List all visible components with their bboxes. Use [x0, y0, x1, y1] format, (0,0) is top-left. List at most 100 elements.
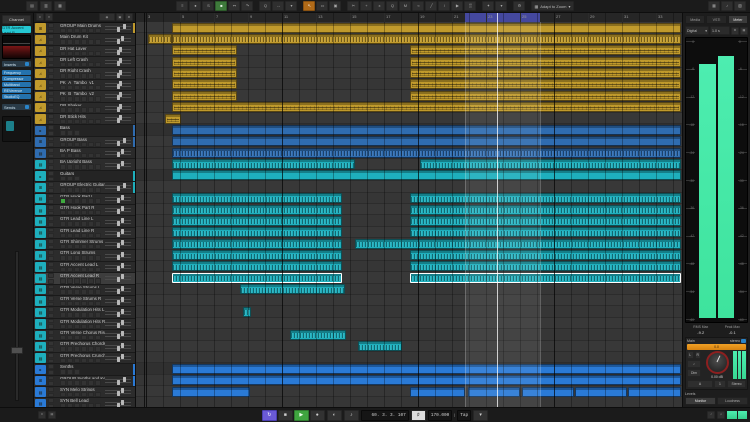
- arrangement-area[interactable]: 3579111315171921232527293133: [136, 13, 682, 407]
- track-type-icon[interactable]: ▤: [35, 308, 46, 317]
- track-toggle-button[interactable]: [74, 164, 80, 170]
- track-volume-control[interactable]: [105, 216, 133, 226]
- track-toggle-button[interactable]: [81, 73, 87, 79]
- monitor-button[interactable]: [48, 290, 54, 295]
- mix-format-label[interactable]: Stereo: [727, 380, 746, 388]
- track-toggle-button[interactable]: [60, 130, 66, 136]
- midi-activity-icon[interactable]: ♫: [717, 411, 725, 419]
- monitor-button[interactable]: [48, 359, 54, 364]
- track-toggle-button[interactable]: [81, 358, 87, 364]
- track-toggle-button[interactable]: [67, 187, 73, 193]
- track-type-icon[interactable]: ▤: [35, 399, 46, 407]
- record-enable-button[interactable]: [48, 216, 54, 221]
- control-room-level-knob[interactable]: [706, 351, 729, 374]
- meter-mode-combo[interactable]: Digital ▾: [685, 26, 709, 35]
- pan-handle[interactable]: [117, 334, 120, 339]
- track-toggle-button[interactable]: [60, 221, 66, 227]
- inspector-track-name[interactable]: GTR Accent Lead R: [2, 26, 31, 33]
- track-toggle-button[interactable]: [60, 369, 66, 375]
- arrange-lane[interactable]: [136, 33, 682, 44]
- track-row[interactable]: ▤BA P Bass: [34, 148, 135, 159]
- control-room-header[interactable]: Main stereo: [687, 339, 746, 343]
- track-toggle-button[interactable]: [81, 85, 87, 91]
- pan-handle[interactable]: [117, 209, 120, 214]
- record-enable-button[interactable]: [48, 250, 54, 255]
- right-zone-tab[interactable]: Meter: [728, 15, 748, 24]
- pan-handle[interactable]: [117, 84, 120, 89]
- monitor-button[interactable]: [48, 199, 54, 204]
- quantize-preset-combo[interactable]: ▦Adapt to Zoom▾: [531, 1, 573, 11]
- track-type-icon[interactable]: ⊞: [35, 23, 46, 32]
- track-toggle-button[interactable]: [81, 62, 87, 68]
- arrange-clip[interactable]: [420, 159, 681, 169]
- track-volume-control[interactable]: [105, 91, 133, 101]
- auto-scroll-icon[interactable]: ↦: [228, 1, 240, 11]
- arrange-lane[interactable]: [136, 68, 682, 79]
- track-toggle-button[interactable]: [95, 210, 101, 216]
- arrange-clip[interactable]: [172, 205, 342, 215]
- arrange-clip[interactable]: [172, 170, 681, 180]
- record-enable-button[interactable]: [48, 91, 54, 96]
- track-row[interactable]: ♫PK_B_Tambo_v2: [34, 91, 135, 102]
- arrange-lane[interactable]: [136, 352, 682, 363]
- track-toggle-button[interactable]: [74, 187, 80, 193]
- track-toggle-button[interactable]: [88, 346, 94, 352]
- track-type-icon[interactable]: ▤: [35, 217, 46, 226]
- record-enable-button[interactable]: [48, 103, 54, 108]
- mute-tool[interactable]: M: [399, 1, 411, 11]
- record-mode-button[interactable]: ■: [215, 1, 227, 11]
- arrange-clip[interactable]: [172, 227, 342, 237]
- track-toggle-button[interactable]: [67, 335, 73, 341]
- track-toggle-button[interactable]: [74, 96, 80, 102]
- tap-tempo-button[interactable]: Tap: [457, 410, 471, 421]
- inspector-channel-tab[interactable]: Channel: [2, 15, 31, 24]
- record-enable-button[interactable]: [48, 114, 54, 119]
- track-toggle-button[interactable]: [67, 221, 73, 227]
- object-selection-tool[interactable]: ↖: [303, 1, 315, 11]
- track-toggle-button[interactable]: [60, 176, 66, 182]
- track-toggle-button[interactable]: [95, 301, 101, 307]
- track-type-icon[interactable]: ▤: [35, 331, 46, 340]
- arrange-clip[interactable]: [290, 330, 346, 340]
- track-toggle-button[interactable]: [60, 244, 66, 250]
- right-channel-button[interactable]: R: [695, 351, 702, 359]
- arrange-lane[interactable]: [136, 261, 682, 272]
- track-toggle-button[interactable]: [95, 278, 101, 284]
- track-toggle-button[interactable]: [88, 210, 94, 216]
- track-type-icon[interactable]: ♫: [35, 58, 46, 67]
- arrange-clip[interactable]: [172, 216, 342, 226]
- record-enable-button[interactable]: [48, 228, 54, 233]
- track-volume-control[interactable]: [105, 182, 133, 192]
- arrange-clip[interactable]: [172, 375, 681, 385]
- arrange-clip[interactable]: [358, 341, 402, 351]
- track-toggle-button[interactable]: [60, 255, 66, 261]
- track-volume-control[interactable]: [105, 148, 133, 158]
- track-row[interactable]: ▤GTR Lead Line L: [34, 216, 135, 227]
- track-toggle-button[interactable]: [95, 198, 101, 204]
- levels-tab[interactable]: Loudness: [717, 397, 748, 405]
- track-row[interactable]: ▤GTR Shimmer Strums: [34, 239, 135, 250]
- track-toggle-button[interactable]: [67, 244, 73, 250]
- track-toggle-button[interactable]: [81, 107, 87, 113]
- track-type-icon[interactable]: ♫: [35, 46, 46, 55]
- track-volume-control[interactable]: [105, 68, 133, 78]
- track-volume-control[interactable]: [105, 307, 133, 317]
- position-display[interactable]: 60. 3. 3. 107: [361, 410, 409, 421]
- range-selection-tool[interactable]: ▭: [316, 1, 328, 11]
- left-channel-button[interactable]: L: [687, 351, 694, 359]
- arrange-clip[interactable]: [172, 136, 681, 146]
- track-volume-control[interactable]: [105, 57, 133, 67]
- record-enable-button[interactable]: [48, 307, 54, 312]
- track-row[interactable]: ▤GTR Verse Strums L: [34, 285, 135, 296]
- track-toggle-button[interactable]: [88, 380, 94, 386]
- track-toggle-button[interactable]: [60, 198, 66, 204]
- track-toggle-button[interactable]: [88, 301, 94, 307]
- track-toggle-button[interactable]: [74, 301, 80, 307]
- track-toggle-button[interactable]: [67, 130, 73, 136]
- track-toggle-button[interactable]: [67, 358, 73, 364]
- track-row[interactable]: ▤GTR Accent Lead R: [34, 273, 135, 284]
- track-type-icon[interactable]: ▸: [35, 126, 46, 135]
- track-toggle-button[interactable]: [74, 28, 80, 34]
- track-volume-control[interactable]: [105, 341, 133, 351]
- track-row[interactable]: ▤GTR Accent Lead L: [34, 262, 135, 273]
